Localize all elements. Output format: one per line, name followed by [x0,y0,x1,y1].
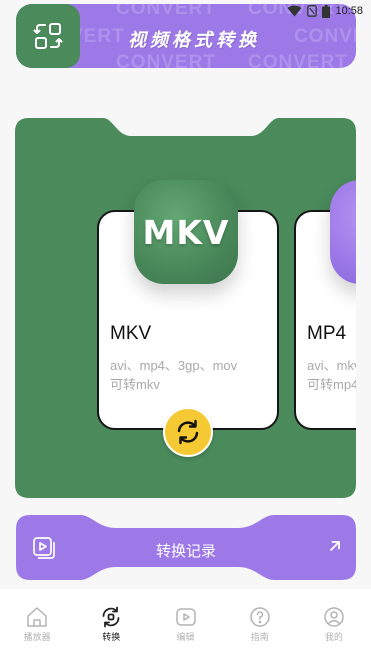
format-description: avi、mp4、3gp、mov 可转mkv [110,358,238,392]
format-carousel[interactable]: MKV avi、mp4、3gp、mov 可转mkv MKV MP4 avi、mk… [15,118,356,498]
home-icon [27,607,47,627]
nav-label: 我的 [324,633,343,643]
nav-item-player[interactable]: 播放器 [0,589,74,659]
nav-label: 指南 [250,633,269,643]
badge-label: MKV [142,212,230,252]
page-title: 视频格式转换 [128,30,260,51]
help-icon [249,607,270,627]
watermark-text: CONVERT [294,26,356,47]
format-name: MKV [110,323,152,344]
nav-label: 编辑 [176,633,195,643]
bottom-nav: 播放器 转换 编辑 指南 我的 [0,589,371,659]
format-name: MP4 [307,323,347,344]
status-time: 10:58 [335,5,363,17]
nav-item-convert[interactable]: 转换 [74,589,148,659]
mkv-badge-icon: MKV [134,180,238,284]
edit-video-icon [175,608,196,626]
convert-icon [102,606,120,628]
refresh-icon [177,419,199,445]
nav-label: 转换 [102,633,121,643]
arrow-up-right-icon[interactable] [328,539,342,553]
watermark-text: CONVERT [116,4,216,19]
nav-item-guide[interactable]: 指南 [223,589,297,659]
nav-label: 播放器 [23,633,51,643]
sim-icon [307,5,318,17]
history-label[interactable]: 转换记录 [156,540,216,561]
status-bar: 10:58 [251,0,371,22]
convert-button[interactable] [163,407,213,457]
watermark-text: CONVERT [248,52,348,68]
video-history-icon [33,537,55,559]
battery-icon [322,4,331,18]
format-description: avi、mkv 可转mp4 [307,358,356,392]
watermark-text: CONVERT [116,52,216,68]
nav-item-edit[interactable]: 编辑 [148,589,222,659]
wifi-icon [287,5,302,17]
nav-item-profile[interactable]: 我的 [297,589,371,659]
convert-app-icon [16,4,80,68]
profile-icon [324,607,344,627]
mp4-badge-icon: M [330,180,356,284]
